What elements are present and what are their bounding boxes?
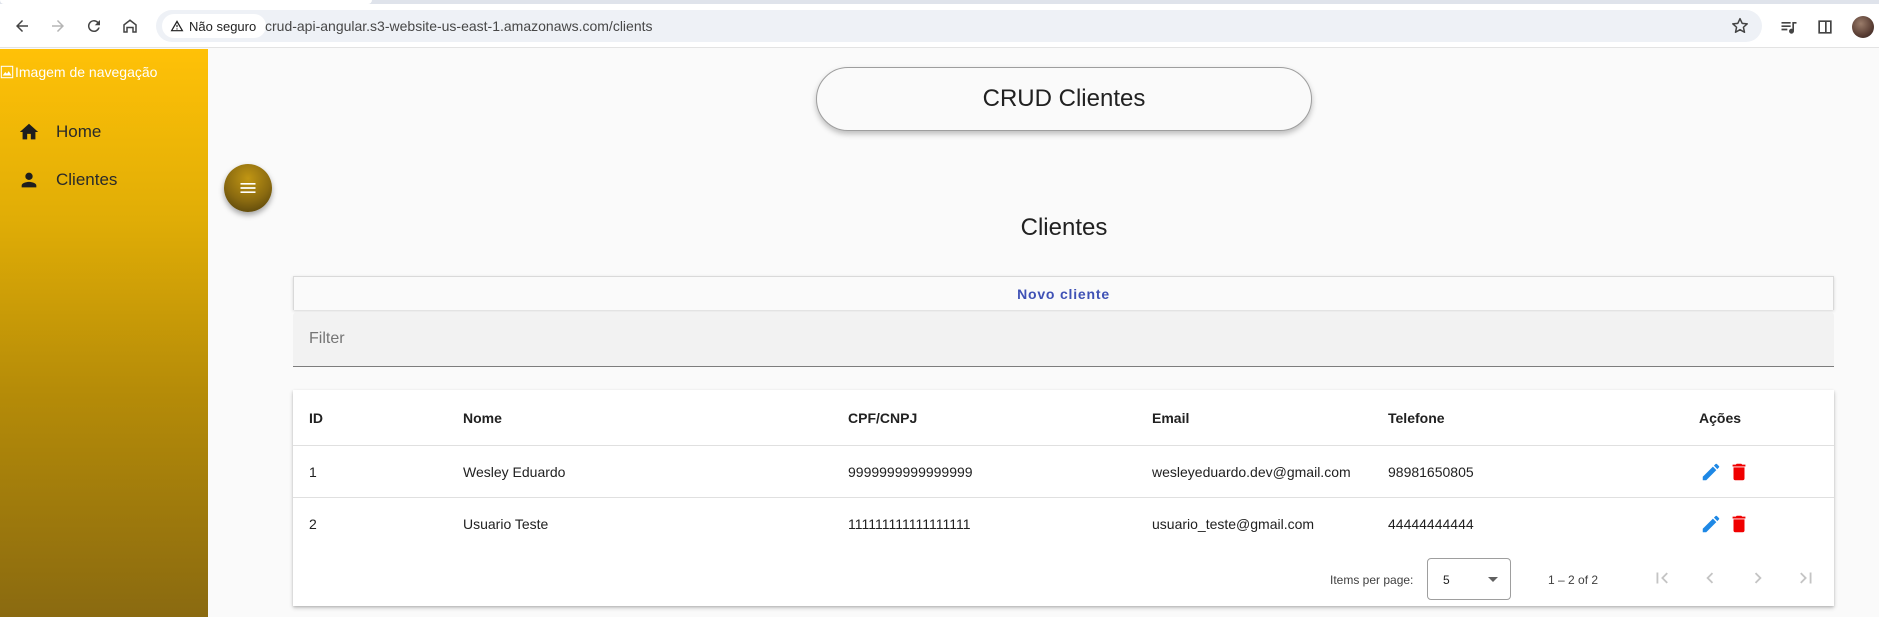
cell-acoes bbox=[1699, 446, 1751, 497]
home-icon bbox=[19, 123, 39, 140]
security-label: Não seguro bbox=[189, 18, 257, 34]
cell-acoes bbox=[1699, 498, 1751, 550]
page-title: Clientes bbox=[1020, 214, 1108, 241]
column-header-email[interactable]: Email bbox=[1152, 390, 1189, 445]
page-header: CRUD Clientes bbox=[816, 67, 1312, 131]
trash-icon bbox=[1732, 463, 1746, 480]
browser-toolbar: Não seguro crud-api-angular.s3-website-u… bbox=[0, 4, 1879, 48]
broken-image-icon bbox=[0, 65, 14, 79]
cell-id: 2 bbox=[309, 516, 317, 532]
menu-toggle-button[interactable] bbox=[224, 164, 272, 212]
cell-id: 1 bbox=[309, 463, 317, 480]
back-button[interactable] bbox=[8, 12, 36, 40]
forward-button[interactable] bbox=[44, 12, 72, 40]
sidebar: Imagem de navegação Home Clientes bbox=[0, 49, 208, 617]
last-page-icon bbox=[1800, 572, 1812, 584]
dropdown-arrow-icon bbox=[1488, 577, 1498, 582]
delete-button[interactable] bbox=[1727, 512, 1751, 536]
page-size-select[interactable]: 5 bbox=[1427, 558, 1511, 600]
sidebar-item-label: Home bbox=[56, 122, 102, 141]
column-header-id[interactable]: ID bbox=[309, 390, 323, 445]
first-page-icon bbox=[1656, 572, 1668, 584]
cell-nome: Wesley Eduardo bbox=[463, 463, 566, 480]
column-header-acoes: Ações bbox=[1699, 409, 1742, 426]
filter-field[interactable] bbox=[293, 312, 1834, 367]
first-page-button[interactable] bbox=[1650, 566, 1674, 590]
edit-button[interactable] bbox=[1699, 460, 1723, 484]
chevron-left-icon bbox=[1706, 572, 1714, 584]
app-title: CRUD Clientes bbox=[982, 85, 1146, 112]
page-range-label: 1 – 2 of 2 bbox=[1548, 573, 1599, 587]
cell-email: usuario_teste@gmail.com bbox=[1152, 516, 1315, 532]
cell-nome: Usuario Teste bbox=[463, 516, 549, 532]
home-button[interactable] bbox=[116, 12, 144, 40]
previous-page-button[interactable] bbox=[1698, 566, 1722, 590]
pencil-icon bbox=[1702, 463, 1720, 480]
table-row: 2 Usuario Teste 111111111111111111 usuar… bbox=[293, 498, 1834, 550]
security-indicator[interactable]: Não seguro bbox=[162, 14, 267, 38]
cell-cpf: 111111111111111111 bbox=[848, 516, 971, 532]
items-per-page-label: Items per page: bbox=[1330, 573, 1414, 587]
navigation-image: Imagem de navegação bbox=[0, 64, 157, 80]
column-header-telefone[interactable]: Telefone bbox=[1388, 390, 1445, 445]
delete-button[interactable] bbox=[1727, 460, 1751, 484]
column-header-nome[interactable]: Nome bbox=[463, 390, 502, 445]
clients-table: ID Nome CPF/CNPJ Email Telefone Ações 1 … bbox=[293, 390, 1834, 606]
next-page-button[interactable] bbox=[1746, 566, 1770, 590]
cell-cpf: 9999999999999999 bbox=[848, 463, 973, 480]
url-text[interactable]: crud-api-angular.s3-website-us-east-1.am… bbox=[265, 18, 653, 34]
menu-icon bbox=[240, 183, 256, 193]
media-control-button[interactable] bbox=[1778, 16, 1800, 38]
table-row: 1 Wesley Eduardo 9999999999999999 wesley… bbox=[293, 446, 1834, 498]
filter-input[interactable] bbox=[309, 330, 1809, 348]
reload-button[interactable] bbox=[80, 12, 108, 40]
person-icon bbox=[21, 172, 37, 188]
bookmark-star-icon[interactable] bbox=[1730, 16, 1750, 36]
chevron-right-icon bbox=[1754, 572, 1762, 584]
cell-telefone: 44444444444 bbox=[1388, 516, 1474, 532]
paginator: Items per page: 5 1 – 2 of 2 bbox=[293, 550, 1834, 606]
sidebar-item-clientes[interactable]: Clientes bbox=[18, 166, 117, 194]
reload-icon bbox=[87, 20, 100, 33]
sidebar-item-home[interactable]: Home bbox=[18, 118, 101, 146]
arrow-right-icon bbox=[52, 20, 64, 32]
table-header-row: ID Nome CPF/CNPJ Email Telefone Ações bbox=[293, 390, 1834, 446]
address-bar[interactable]: Não seguro crud-api-angular.s3-website-u… bbox=[156, 10, 1762, 42]
edit-button[interactable] bbox=[1699, 512, 1723, 536]
trash-icon bbox=[1732, 515, 1746, 533]
navigation-image-alt: Imagem de navegação bbox=[15, 64, 158, 80]
arrow-left-icon bbox=[16, 20, 28, 32]
playlist-music-icon bbox=[1781, 22, 1797, 34]
new-client-button[interactable]: Novo cliente bbox=[293, 276, 1834, 310]
column-header-cpf[interactable]: CPF/CNPJ bbox=[848, 390, 917, 445]
cell-telefone: 98981650805 bbox=[1388, 463, 1474, 480]
last-page-button[interactable] bbox=[1794, 566, 1818, 590]
profile-avatar[interactable] bbox=[1852, 16, 1874, 38]
house-outline-icon bbox=[123, 19, 137, 33]
page-size-value: 5 bbox=[1443, 573, 1450, 587]
pencil-icon bbox=[1702, 515, 1720, 533]
sidebar-item-label: Clientes bbox=[56, 170, 118, 189]
side-panel-button[interactable] bbox=[1814, 16, 1836, 38]
cell-email: wesleyeduardo.dev@gmail.com bbox=[1152, 463, 1351, 480]
warning-triangle-icon bbox=[170, 20, 184, 32]
side-panel-icon bbox=[1818, 20, 1832, 34]
